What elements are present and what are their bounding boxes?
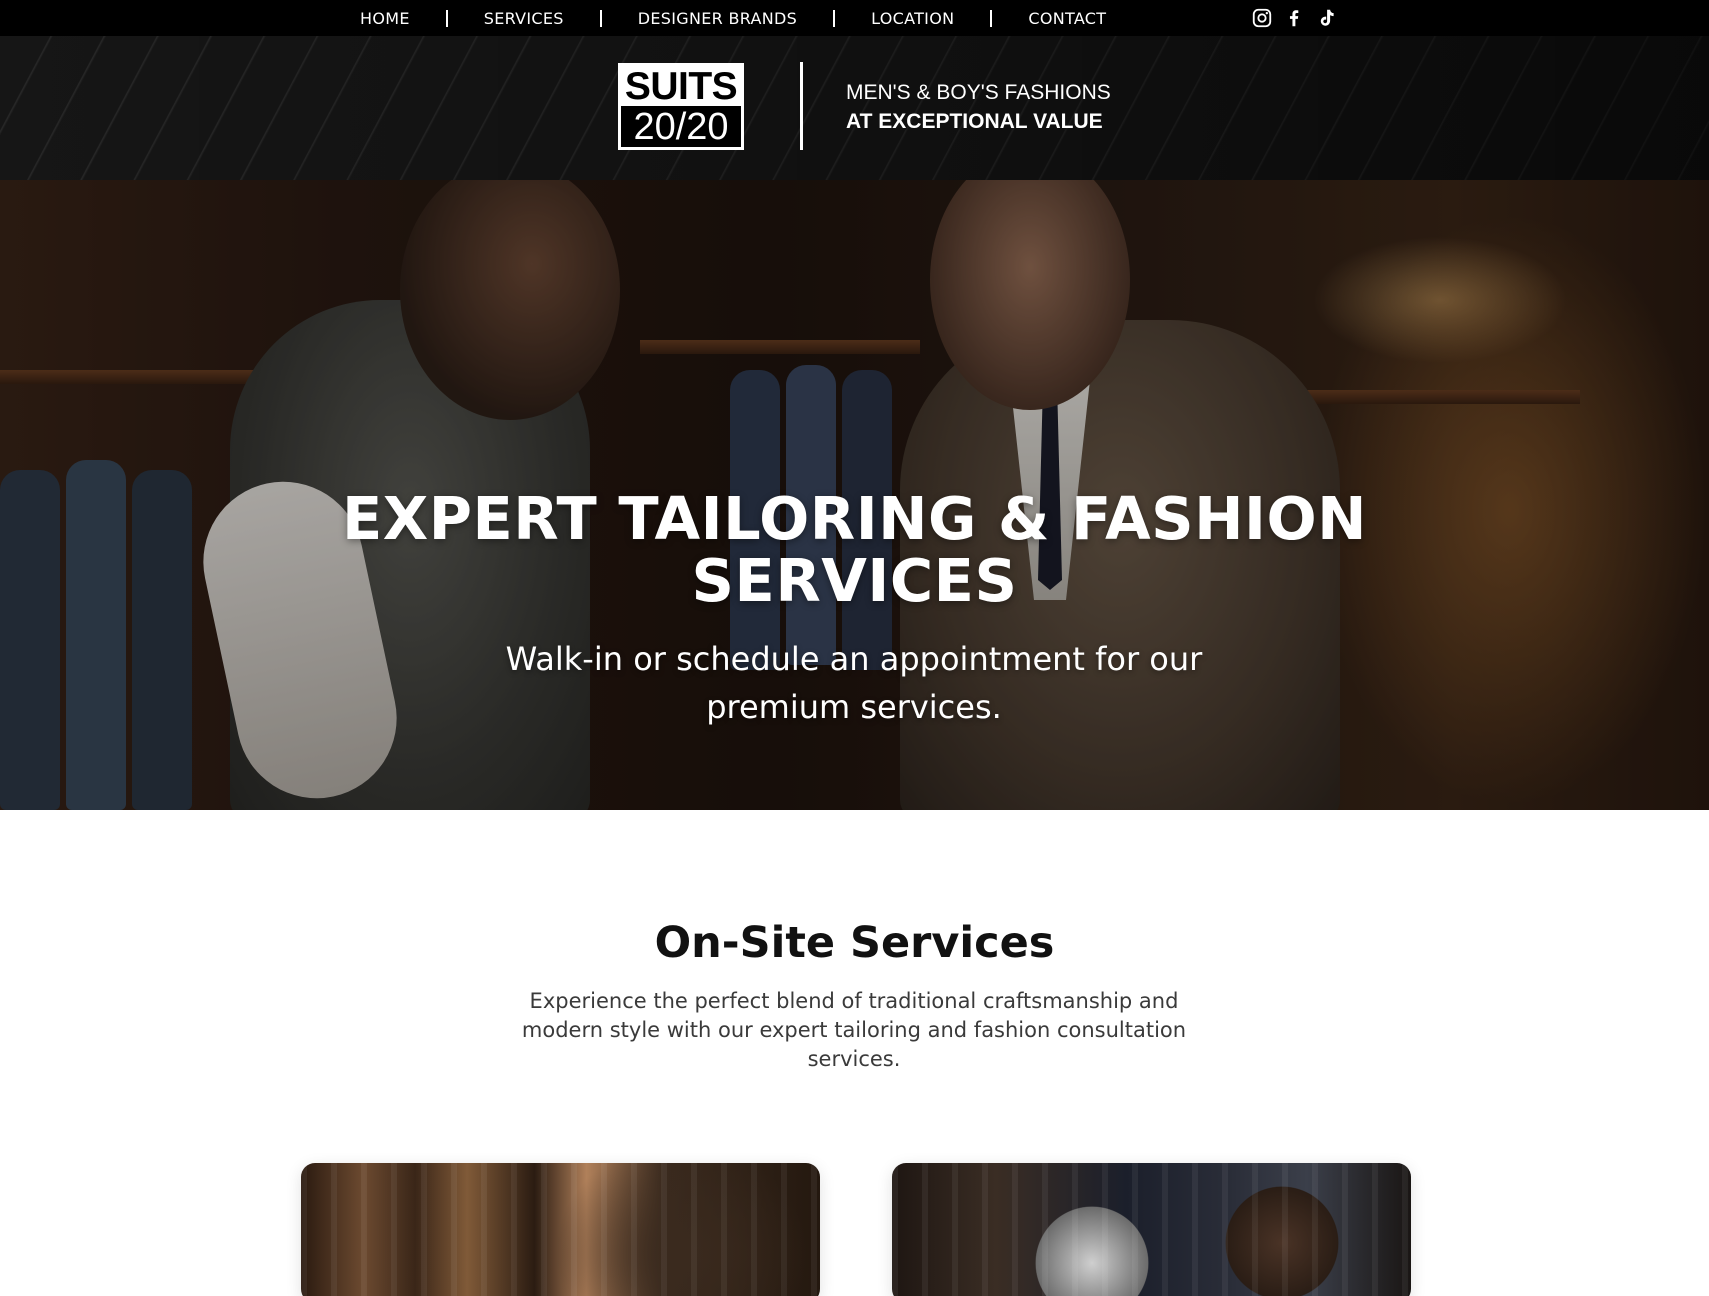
hero-section: EXPERT TAILORING & FASHION SERVICES Walk… (0, 180, 1709, 810)
tagline: MEN'S & BOY'S FASHIONS AT EXCEPTIONAL VA… (846, 78, 1111, 136)
brand-divider (800, 62, 803, 150)
section-description: Experience the perfect blend of traditio… (521, 989, 1187, 1071)
nav-services[interactable]: SERVICES (484, 9, 564, 28)
card-image-texture (892, 1163, 1411, 1296)
tagline-line-2: AT EXCEPTIONAL VALUE (846, 110, 1103, 133)
nav-designer-brands[interactable]: DESIGNER BRANDS (638, 9, 797, 28)
nav-divider (990, 9, 993, 27)
instagram-icon[interactable] (1250, 6, 1274, 30)
logo-bottom-text: 20/20 (633, 106, 729, 148)
section-title: On-Site Services (654, 918, 1055, 968)
top-nav-bar: HOME SERVICES DESIGNER BRANDS LOCATION C… (0, 0, 1709, 36)
main-nav: HOME SERVICES DESIGNER BRANDS LOCATION C… (360, 0, 1106, 36)
service-card-image[interactable] (892, 1163, 1411, 1296)
hero-subtitle: Walk-in or schedule an appointment for o… (505, 640, 1203, 726)
hero-title: EXPERT TAILORING & FASHION SERVICES (0, 488, 1709, 612)
nav-divider (445, 9, 448, 27)
nav-contact[interactable]: CONTACT (1028, 9, 1106, 28)
tiktok-icon[interactable] (1314, 6, 1338, 30)
nav-divider (833, 9, 836, 27)
service-card-image[interactable] (301, 1163, 820, 1296)
brand-header: SUITS 20/20 MEN'S & BOY'S FASHIONS AT EX… (0, 36, 1709, 180)
hero-title-line-2: SERVICES (691, 546, 1018, 615)
logo-top-text: SUITS (621, 66, 741, 108)
tagline-line-1: MEN'S & BOY'S FASHIONS (846, 81, 1111, 104)
hero-title-line-1: EXPERT TAILORING & FASHION (341, 484, 1368, 553)
logo[interactable]: SUITS 20/20 (618, 63, 744, 150)
nav-divider (599, 9, 602, 27)
nav-location[interactable]: LOCATION (871, 9, 954, 28)
card-image-texture (301, 1163, 820, 1296)
social-links (1250, 6, 1338, 30)
nav-home[interactable]: HOME (360, 9, 410, 28)
facebook-icon[interactable] (1282, 6, 1306, 30)
